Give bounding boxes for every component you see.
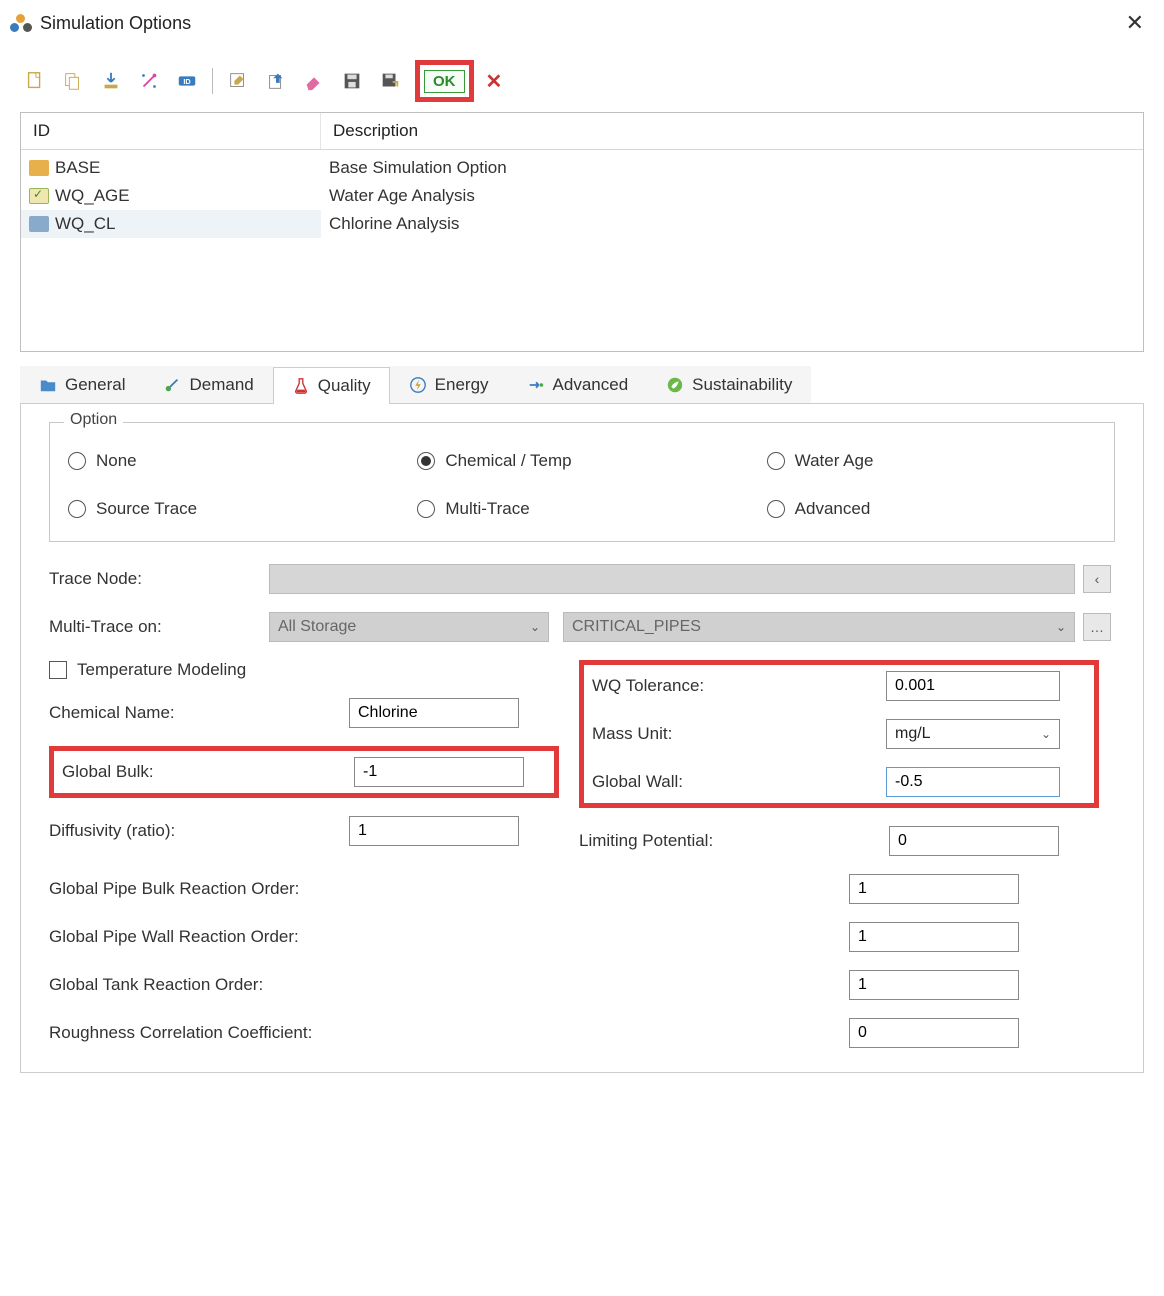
tab-sustainability[interactable]: Sustainability (647, 366, 811, 403)
multi-trace-pipes-select: CRITICAL_PIPES⌄ (563, 612, 1075, 642)
options-list: ID Description BASE Base Simulation Opti… (20, 112, 1144, 352)
mass-unit-select[interactable]: mg/L⌄ (886, 719, 1060, 749)
bolt-icon (409, 376, 427, 394)
option-legend: Option (64, 411, 123, 429)
trace-node-label: Trace Node: (49, 569, 269, 589)
copy-icon[interactable] (60, 68, 86, 94)
tab-quality[interactable]: Quality (273, 367, 390, 404)
flask-icon (292, 377, 310, 395)
limiting-potential-label: Limiting Potential: (579, 831, 889, 851)
chemical-name-label: Chemical Name: (49, 703, 349, 723)
pipe-bulk-order-input[interactable] (849, 874, 1019, 904)
radio-advanced[interactable]: Advanced (767, 499, 1096, 519)
column-header-id[interactable]: ID (21, 113, 321, 149)
folder-icon (39, 376, 57, 394)
new-icon[interactable] (22, 68, 48, 94)
simulation-options-window: Simulation Options ✕ ID OK ✕ ID Descript… (0, 0, 1164, 1093)
tank-order-label: Global Tank Reaction Order: (49, 975, 849, 995)
roughness-corr-input[interactable] (849, 1018, 1019, 1048)
folder-check-icon (29, 188, 49, 204)
folder-icon (29, 160, 49, 176)
tab-general[interactable]: General (20, 366, 144, 403)
trace-node-browse-button[interactable]: ‹ (1083, 565, 1111, 593)
svg-text:ID: ID (183, 77, 190, 86)
multi-trace-storage-select: All Storage⌄ (269, 612, 549, 642)
quality-panel: Option None Chemical / Temp Water Age So… (20, 404, 1144, 1073)
pipe-wall-order-input[interactable] (849, 922, 1019, 952)
advanced-icon (527, 376, 545, 394)
import-icon[interactable] (98, 68, 124, 94)
limiting-potential-input[interactable] (889, 826, 1059, 856)
option-group: Option None Chemical / Temp Water Age So… (49, 422, 1115, 542)
radio-none[interactable]: None (68, 451, 397, 471)
global-bulk-input[interactable] (354, 757, 524, 787)
cancel-icon[interactable]: ✕ (486, 69, 503, 94)
pipe-bulk-order-label: Global Pipe Bulk Reaction Order: (49, 879, 849, 899)
radio-water-age[interactable]: Water Age (767, 451, 1096, 471)
wq-params-highlight: WQ Tolerance: Mass Unit: mg/L⌄ Global Wa… (579, 660, 1099, 808)
global-wall-label: Global Wall: (592, 772, 886, 792)
eraser-icon[interactable] (301, 68, 327, 94)
multi-trace-on-label: Multi-Trace on: (49, 617, 269, 637)
trace-node-input (269, 564, 1075, 594)
export-icon[interactable] (263, 68, 289, 94)
window-title: Simulation Options (40, 13, 191, 34)
toolbar: ID OK ✕ (20, 54, 1144, 112)
radio-source-trace[interactable]: Source Trace (68, 499, 397, 519)
wq-tolerance-label: WQ Tolerance: (592, 676, 886, 696)
global-bulk-highlight: Global Bulk: (49, 746, 559, 798)
save-icon[interactable] (339, 68, 365, 94)
temperature-modeling-checkbox[interactable]: Temperature Modeling (49, 660, 559, 680)
titlebar: Simulation Options ✕ (0, 0, 1164, 46)
wq-tolerance-input[interactable] (886, 671, 1060, 701)
multi-trace-browse-button[interactable]: … (1083, 613, 1111, 641)
id-tag-icon[interactable]: ID (174, 68, 200, 94)
list-row[interactable]: WQ_AGE Water Age Analysis (21, 182, 1143, 210)
radio-chemical-temp[interactable]: Chemical / Temp (417, 451, 746, 471)
ok-button[interactable]: OK (424, 70, 465, 93)
save-as-icon[interactable] (377, 68, 403, 94)
tabs: General Demand Quality Energy Advanced S… (20, 366, 1144, 404)
column-header-description[interactable]: Description (321, 113, 1143, 149)
leaf-icon (666, 376, 684, 394)
pipe-wall-order-label: Global Pipe Wall Reaction Order: (49, 927, 849, 947)
demand-icon (163, 376, 181, 394)
app-logo-icon (10, 14, 32, 32)
chemical-name-input[interactable] (349, 698, 519, 728)
wand-icon[interactable] (136, 68, 162, 94)
list-row[interactable]: BASE Base Simulation Option (21, 154, 1143, 182)
diffusivity-label: Diffusivity (ratio): (49, 821, 349, 841)
tab-advanced[interactable]: Advanced (508, 366, 648, 403)
mass-unit-label: Mass Unit: (592, 724, 886, 744)
close-button[interactable]: ✕ (1116, 6, 1154, 40)
tank-order-input[interactable] (849, 970, 1019, 1000)
ok-button-highlight: OK (415, 60, 474, 102)
list-row[interactable]: WQ_CL Chlorine Analysis (21, 210, 1143, 238)
radio-multi-trace[interactable]: Multi-Trace (417, 499, 746, 519)
global-wall-input[interactable] (886, 767, 1060, 797)
diffusivity-input[interactable] (349, 816, 519, 846)
roughness-corr-label: Roughness Correlation Coefficient: (49, 1023, 849, 1043)
tab-energy[interactable]: Energy (390, 366, 508, 403)
tab-demand[interactable]: Demand (144, 366, 272, 403)
edit-icon[interactable] (225, 68, 251, 94)
folder-open-icon (29, 216, 49, 232)
global-bulk-label: Global Bulk: (62, 762, 354, 782)
